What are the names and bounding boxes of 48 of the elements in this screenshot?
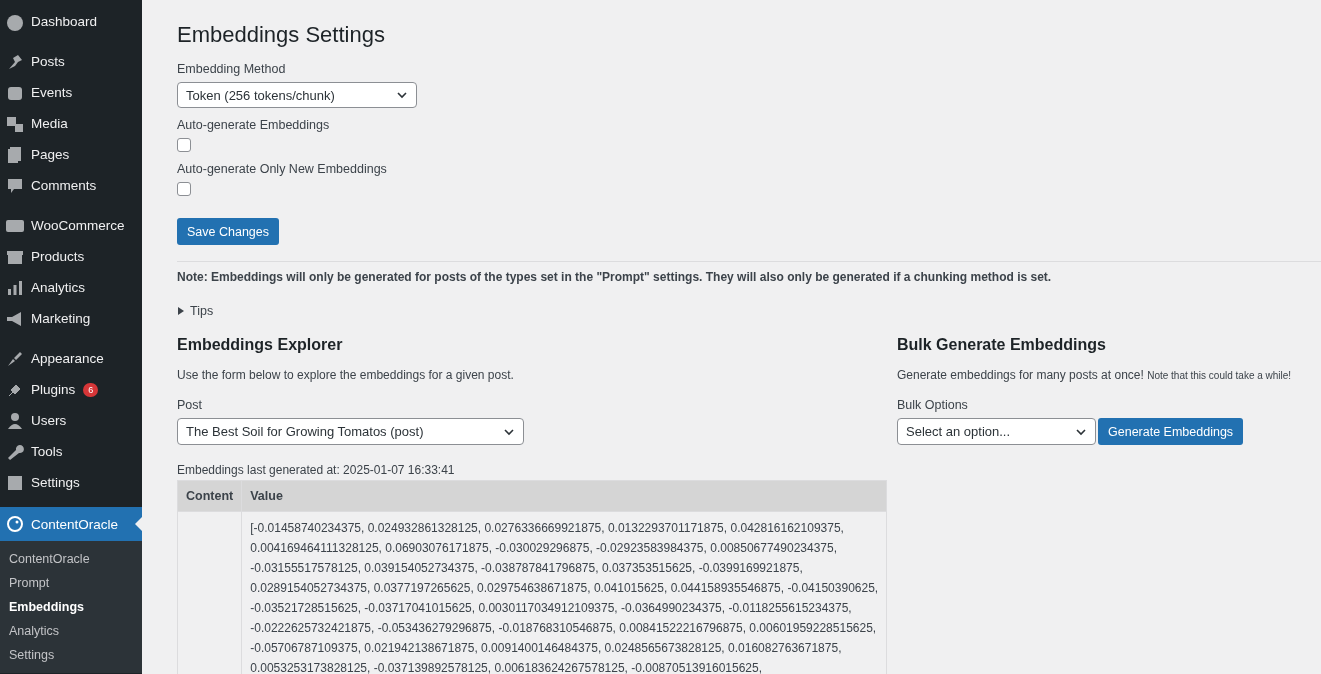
field-label: Bulk Options: [897, 398, 969, 412]
save-button[interactable]: Save Changes: [177, 218, 279, 245]
column-header: Value: [241, 480, 887, 512]
generate-button[interactable]: Generate Embeddings: [1098, 418, 1244, 445]
tips-toggle[interactable]: Tips: [177, 304, 1321, 318]
description-text: Use the form below to explore the embeddings for a given post.: [177, 368, 515, 382]
field-label: Post: [177, 398, 203, 412]
triangle-right-icon: [177, 307, 185, 315]
submenu-item[interactable]: Embeddings: [0, 595, 142, 619]
description-text: Generate embeddings for many posts at once! Note that this could take a while!: [897, 368, 1292, 382]
page-title: Embeddings Settings: [177, 22, 386, 48]
sidebar-item[interactable]: Products: [0, 241, 142, 272]
count-badge: 6: [83, 382, 99, 397]
column-header: Content: [177, 480, 242, 512]
submenu-item[interactable]: Prompt: [0, 571, 142, 595]
section-title: Embeddings Explorer: [177, 336, 344, 354]
oracle-icon: [5, 514, 25, 534]
select-field[interactable]: Token (256 tokens/chunk): [177, 82, 417, 108]
sidebar-item[interactable]: Comments: [0, 170, 142, 201]
sidebar-item[interactable]: Appearance: [0, 343, 142, 374]
select-field[interactable]: Select an option...: [897, 418, 1096, 445]
checkbox[interactable]: [177, 138, 191, 152]
select-field[interactable]: The Best Soil for Growing Tomatos (post): [177, 418, 524, 445]
sidebar-item[interactable]: Pages: [0, 139, 142, 170]
sidebar-item[interactable]: Settings: [0, 467, 142, 498]
note-text: Note: Embeddings will only be generated for posts of the types set in the "Prompt" settings. They will also only be generated if a chunking method is set.: [177, 270, 1053, 284]
submenu-item[interactable]: ContentOracle: [0, 547, 142, 571]
checkbox[interactable]: [177, 182, 191, 196]
field-label: Auto-generate Only New Embeddings: [177, 162, 388, 176]
chevron-down-icon: [396, 89, 408, 101]
sidebar-item[interactable]: Users: [0, 405, 142, 436]
sidebar-item[interactable]: ContentOracle: [0, 507, 142, 541]
sidebar-item[interactable]: Dashboard: [0, 6, 142, 37]
submenu-item[interactable]: Analytics: [0, 619, 142, 643]
sidebar-item[interactable]: Posts: [0, 46, 142, 77]
sidebar-item[interactable]: Events: [0, 77, 142, 108]
timestamp-text: Embeddings last generated at: 2025-01-07 16:33:41: [177, 463, 456, 477]
sidebar-item[interactable]: Analytics: [0, 272, 142, 303]
field-label: Embedding Method: [177, 62, 287, 76]
sidebar-item[interactable]: WooCommerce: [0, 210, 142, 241]
submenu-item[interactable]: Settings: [0, 643, 142, 667]
sidebar-item[interactable]: Marketing: [0, 303, 142, 334]
sidebar-item[interactable]: Media: [0, 108, 142, 139]
sidebar-item[interactable]: Tools: [0, 436, 142, 467]
field-label: Auto-generate Embeddings: [177, 118, 331, 132]
sidebar-item[interactable]: Plugins 6: [0, 374, 142, 405]
user-icon: [5, 410, 25, 431]
section-title: Bulk Generate Embeddings: [897, 336, 1107, 354]
